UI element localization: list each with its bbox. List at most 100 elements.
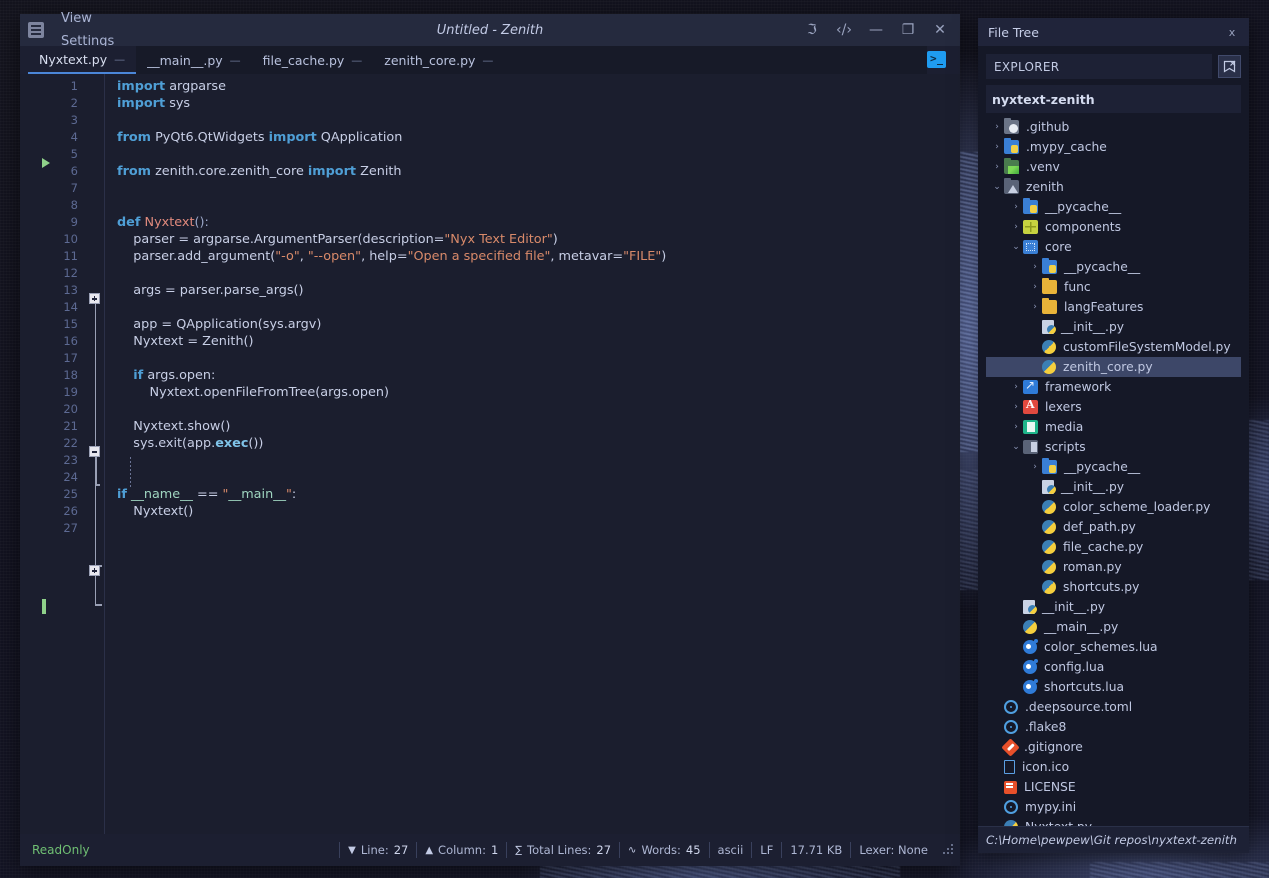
code-line[interactable]: if args.open: — [117, 367, 215, 384]
status-column[interactable]: ▲ Column: 1 — [416, 842, 506, 858]
explorer-search-input[interactable]: EXPLORER — [986, 54, 1212, 79]
tree-file-row[interactable]: mypy.ini — [986, 797, 1241, 817]
app-menu-icon[interactable] — [28, 22, 44, 38]
chevron-right-icon[interactable]: › — [1009, 217, 1023, 237]
tree-folder-row[interactable]: ›lexers — [986, 397, 1241, 417]
code-line[interactable]: args = parser.parse_args() — [117, 282, 304, 299]
run-marker-icon[interactable] — [42, 158, 50, 168]
status-encoding[interactable]: ascii — [709, 842, 752, 858]
code-line[interactable]: app = QApplication(sys.argv) — [117, 316, 321, 333]
chevron-down-icon[interactable]: ⌄ — [1009, 437, 1023, 457]
code-line[interactable]: from zenith.core.zenith_core import Zeni… — [117, 163, 402, 180]
code-line[interactable]: parser.add_argument("-o", "--open", help… — [117, 248, 666, 265]
tree-file-row[interactable]: shortcuts.py — [986, 577, 1241, 597]
code-folding-column[interactable] — [86, 74, 105, 834]
tree-folder-row[interactable]: ›langFeatures — [986, 297, 1241, 317]
tree-file-row[interactable]: def_path.py — [986, 517, 1241, 537]
code-editor[interactable]: 1234567891011121314151617181920212223242… — [20, 74, 960, 834]
tab-close-icon[interactable]: — — [230, 54, 241, 67]
tree-file-row[interactable]: icon.ico — [986, 757, 1241, 777]
status-lexer[interactable]: Lexer: None — [850, 842, 936, 858]
tree-file-row[interactable]: config.lua — [986, 657, 1241, 677]
fold-marker-line25[interactable] — [89, 565, 100, 576]
tree-folder-row[interactable]: ›media — [986, 417, 1241, 437]
code-line[interactable]: def Nyxtext(): — [117, 214, 209, 231]
tree-file-row[interactable]: __init__.py — [986, 477, 1241, 497]
tree-folder-row[interactable]: ›.mypy_cache — [986, 137, 1241, 157]
code-line[interactable]: if __name__ == "__main__": — [117, 486, 296, 503]
maximize-icon[interactable]: ❐ — [892, 15, 924, 45]
tree-file-row[interactable]: LICENSE — [986, 777, 1241, 797]
tree-file-row[interactable]: .deepsource.toml — [986, 697, 1241, 717]
tree-folder-row[interactable]: ⌄core — [986, 237, 1241, 257]
tree-file-row[interactable]: customFileSystemModel.py — [986, 337, 1241, 357]
tree-file-row[interactable]: __init__.py — [986, 597, 1241, 617]
code-brackets-icon[interactable]: ‹/› — [828, 15, 860, 45]
tab-nyxtext-py[interactable]: Nyxtext.py— — [28, 46, 136, 74]
tree-file-row[interactable]: color_schemes.lua — [986, 637, 1241, 657]
tree-file-row[interactable]: .gitignore — [986, 737, 1241, 757]
chevron-right-icon[interactable]: › — [990, 157, 1004, 177]
tab-close-icon[interactable]: — — [351, 54, 362, 67]
tab-close-icon[interactable]: — — [482, 54, 493, 67]
menu-item-search[interactable]: Search — [52, 0, 125, 7]
tree-file-row[interactable]: zenith_core.py — [986, 357, 1241, 377]
chevron-right-icon[interactable]: › — [990, 137, 1004, 157]
code-line[interactable]: import sys — [117, 95, 190, 112]
minimize-icon[interactable]: — — [860, 15, 892, 45]
tree-folder-row[interactable]: ⌄zenith — [986, 177, 1241, 197]
tree-folder-row[interactable]: ›framework — [986, 377, 1241, 397]
code-content[interactable]: import argparseimport sys from PyQt6.QtWi… — [105, 74, 960, 834]
code-line[interactable]: sys.exit(app.exec()) — [117, 435, 263, 452]
file-tree-root-label[interactable]: nyxtext-zenith — [986, 85, 1241, 113]
tree-file-row[interactable]: Nyxtext.py — [986, 817, 1241, 826]
chevron-right-icon[interactable]: › — [1009, 197, 1023, 217]
chevron-right-icon[interactable]: › — [1028, 277, 1042, 297]
tree-file-row[interactable]: color_scheme_loader.py — [986, 497, 1241, 517]
tree-file-row[interactable]: roman.py — [986, 557, 1241, 577]
status-line[interactable]: ▼ Line: 27 — [339, 842, 416, 858]
chevron-right-icon[interactable]: › — [1028, 257, 1042, 277]
chevron-right-icon[interactable]: › — [1009, 377, 1023, 397]
close-icon[interactable]: x — [1219, 21, 1245, 43]
tree-folder-row[interactable]: ›.venv — [986, 157, 1241, 177]
tree-folder-row[interactable]: ›.github — [986, 117, 1241, 137]
resize-grip[interactable] — [942, 844, 954, 856]
chevron-right-icon[interactable]: › — [1009, 417, 1023, 437]
chevron-down-icon[interactable]: ⌄ — [1009, 237, 1023, 257]
tree-folder-row[interactable]: ›__pycache__ — [986, 257, 1241, 277]
code-line[interactable]: import argparse — [117, 78, 226, 95]
tab-file-cache-py[interactable]: file_cache.py— — [252, 46, 374, 74]
tree-folder-row[interactable]: ›components — [986, 217, 1241, 237]
tree-folder-row[interactable]: ›__pycache__ — [986, 457, 1241, 477]
file-tree-list[interactable]: ›.github›.mypy_cache›.venv⌄zenith›__pyca… — [986, 117, 1241, 826]
fold-marker-line18[interactable] — [89, 446, 100, 457]
status-eol[interactable]: LF — [751, 842, 781, 858]
chevron-right-icon[interactable]: › — [1028, 457, 1042, 477]
code-line[interactable]: Nyxtext.openFileFromTree(args.open) — [117, 384, 389, 401]
code-line[interactable]: Nyxtext() — [117, 503, 193, 520]
tree-folder-row[interactable]: ⌄scripts — [986, 437, 1241, 457]
tree-folder-row[interactable]: ›__pycache__ — [986, 197, 1241, 217]
text-tool-icon[interactable]: ℑ — [796, 15, 828, 45]
tree-file-row[interactable]: .flake8 — [986, 717, 1241, 737]
fold-marker-line9[interactable] — [89, 293, 100, 304]
tab-zenith-core-py[interactable]: zenith_core.py— — [373, 46, 504, 74]
close-icon[interactable]: ✕ — [924, 15, 956, 45]
code-line[interactable]: parser = argparse.ArgumentParser(descrip… — [117, 231, 558, 248]
collapse-all-icon[interactable] — [1218, 55, 1241, 78]
tree-file-row[interactable]: shortcuts.lua — [986, 677, 1241, 697]
menu-item-view[interactable]: View — [52, 7, 125, 30]
code-line[interactable]: from PyQt6.QtWidgets import QApplication — [117, 129, 402, 146]
chevron-down-icon[interactable]: ⌄ — [990, 177, 1004, 197]
code-line[interactable]: Nyxtext = Zenith() — [117, 333, 254, 350]
powershell-icon[interactable] — [927, 51, 946, 68]
chevron-right-icon[interactable]: › — [1009, 397, 1023, 417]
tab-close-icon[interactable]: — — [114, 53, 125, 66]
title-bar[interactable]: FileEditSearchViewSettingsRunTerminalHel… — [20, 14, 960, 46]
chevron-right-icon[interactable]: › — [1028, 297, 1042, 317]
tree-file-row[interactable]: file_cache.py — [986, 537, 1241, 557]
tab--main-py[interactable]: __main__.py— — [136, 46, 252, 74]
status-words[interactable]: ∿ Words: 45 — [619, 842, 708, 858]
status-total-lines[interactable]: ∑ Total Lines: 27 — [506, 842, 619, 858]
